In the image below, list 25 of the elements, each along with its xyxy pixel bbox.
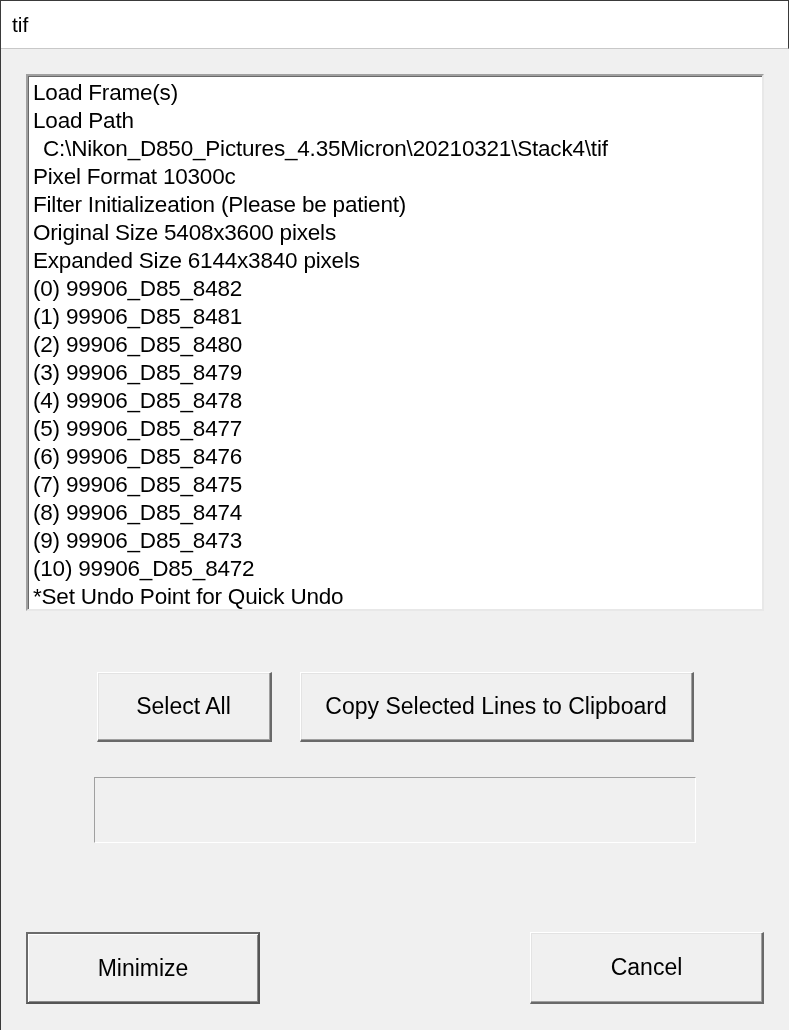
log-listbox[interactable] bbox=[26, 74, 764, 611]
log-line[interactable]: Pixel Format 10300c bbox=[33, 163, 762, 191]
log-line[interactable]: *Set Undo Point for Quick Undo bbox=[33, 583, 762, 609]
log-line[interactable]: (3) 99906_D85_8479 bbox=[33, 359, 762, 387]
log-line[interactable]: Expanded Size 6144x3840 pixels bbox=[33, 247, 762, 275]
log-line[interactable]: (8) 99906_D85_8474 bbox=[33, 499, 762, 527]
log-line[interactable]: (2) 99906_D85_8480 bbox=[33, 331, 762, 359]
log-line[interactable]: (6) 99906_D85_8476 bbox=[33, 443, 762, 471]
log-line[interactable]: (10) 99906_D85_8472 bbox=[33, 555, 762, 583]
log-line[interactable]: Load Path bbox=[33, 107, 762, 135]
log-line[interactable]: (0) 99906_D85_8482 bbox=[33, 275, 762, 303]
log-line[interactable]: (4) 99906_D85_8478 bbox=[33, 387, 762, 415]
minimize-button[interactable]: Minimize bbox=[26, 932, 260, 1004]
select-all-button[interactable]: Select All bbox=[96, 672, 272, 742]
log-line[interactable]: Original Size 5408x3600 pixels bbox=[33, 219, 762, 247]
log-line[interactable]: Filter Initializeation (Please be patient) bbox=[33, 191, 762, 219]
log-line[interactable]: C:\Nikon_D850_Pictures_4.35Micron\20210321\Stack4\tif bbox=[43, 135, 762, 163]
log-line[interactable]: (5) 99906_D85_8477 bbox=[33, 415, 762, 443]
log-line[interactable]: (7) 99906_D85_8475 bbox=[33, 471, 762, 499]
window-title: tif bbox=[12, 13, 29, 36]
log-line[interactable]: Load Frame(s) bbox=[33, 79, 762, 107]
cancel-button[interactable]: Cancel bbox=[530, 932, 764, 1004]
copy-button[interactable]: Copy Selected Lines to Clipboard bbox=[299, 672, 694, 742]
log-line[interactable]: (1) 99906_D85_8481 bbox=[33, 303, 762, 331]
log-line[interactable]: (9) 99906_D85_8473 bbox=[33, 527, 762, 555]
